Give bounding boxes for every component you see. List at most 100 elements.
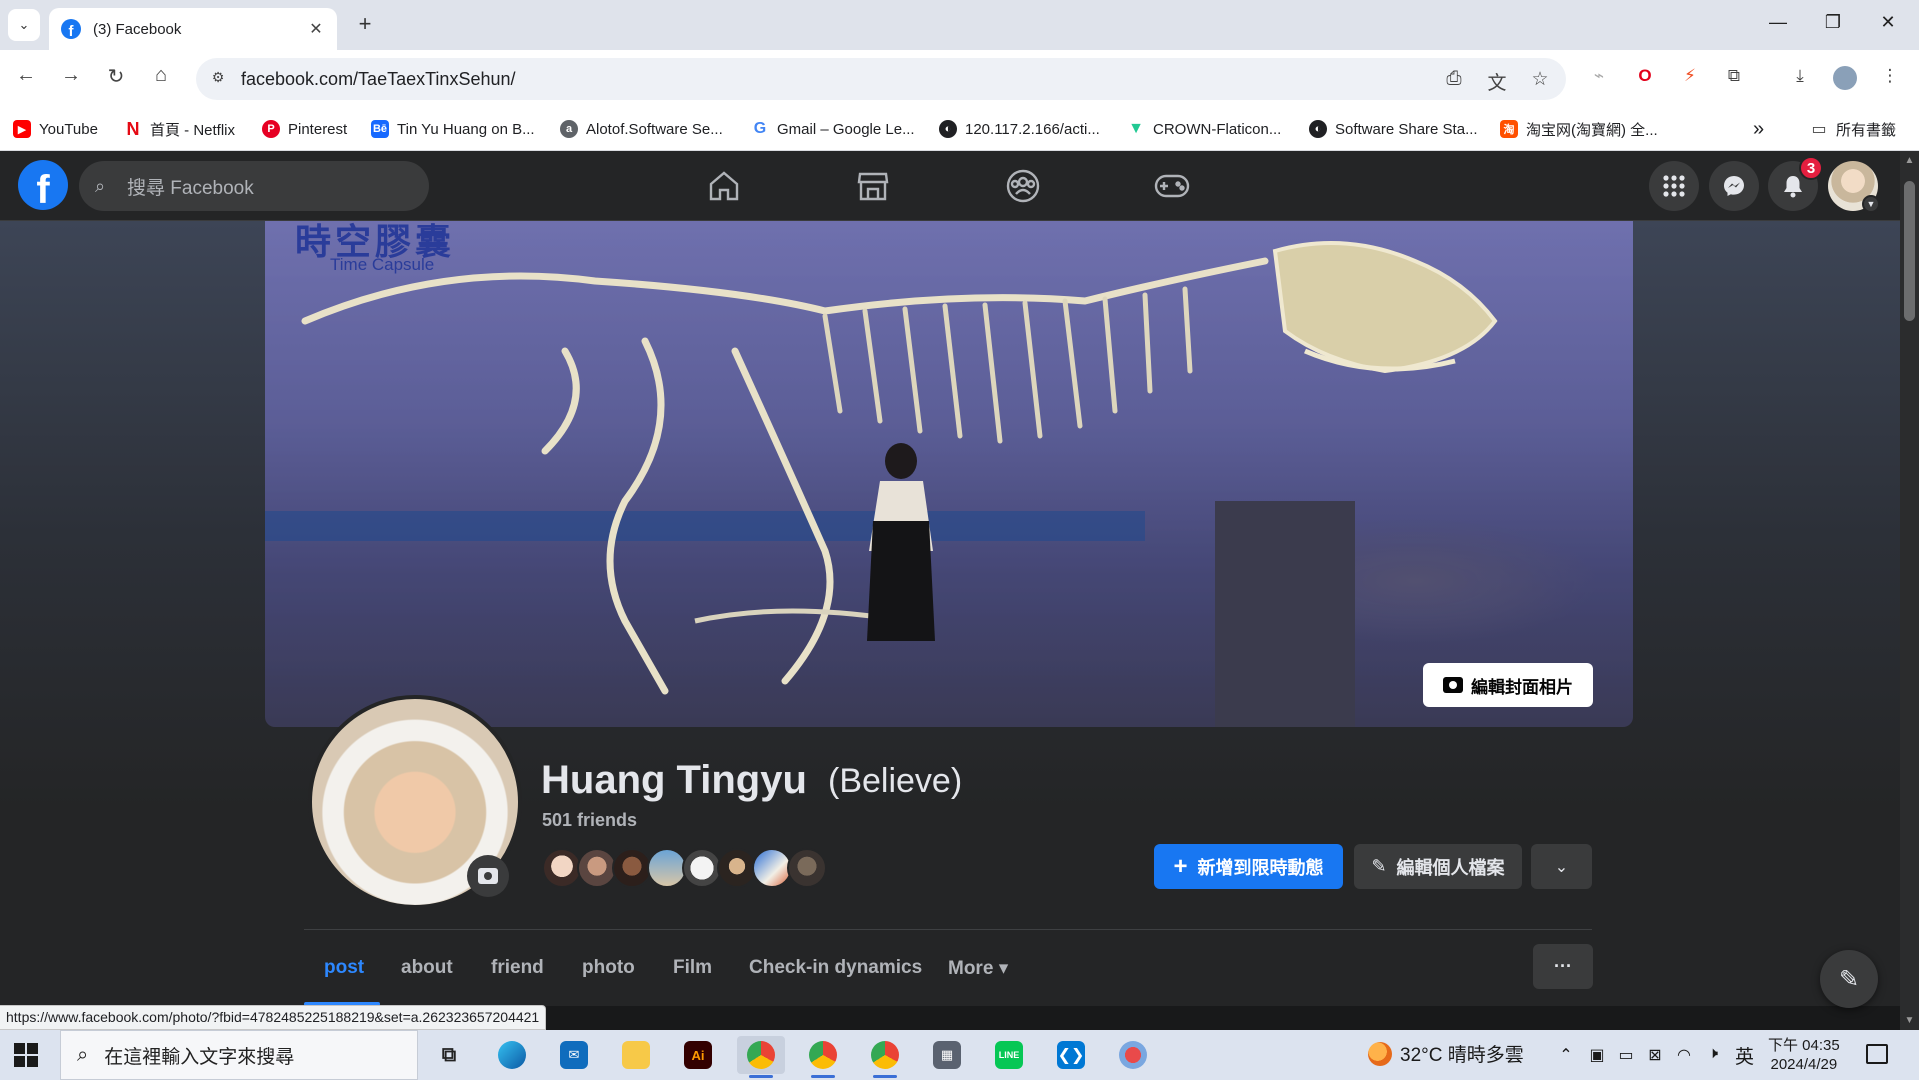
scroll-down-arrow-icon[interactable]: ▼	[1900, 1015, 1919, 1026]
home-nav-icon[interactable]	[704, 168, 744, 204]
taskbar-mail[interactable]: ✉	[550, 1036, 598, 1074]
groups-nav-icon[interactable]	[1003, 168, 1043, 204]
profile-options-button[interactable]: ···	[1533, 944, 1593, 989]
meet-now-icon[interactable]: ▣	[1586, 1045, 1608, 1065]
bookmark-behance[interactable]: Bē Tin Yu Huang on B...	[371, 117, 535, 141]
new-tab-button[interactable]: +	[352, 11, 378, 37]
adblock-icon[interactable]: ⚡	[1678, 66, 1702, 90]
chrome-menu-icon[interactable]: ⋮	[1878, 66, 1902, 90]
gaming-nav-icon[interactable]	[1152, 168, 1192, 204]
taskbar-file-explorer[interactable]	[612, 1036, 660, 1074]
extensions-puzzle-icon[interactable]: ⧉	[1722, 66, 1746, 90]
taskbar-line[interactable]: LINE	[985, 1036, 1033, 1074]
taskbar-chrome-active[interactable]	[737, 1036, 785, 1078]
battery-icon[interactable]: ▭	[1615, 1045, 1637, 1065]
globe-icon: ◐	[939, 120, 957, 138]
weather-widget[interactable]: 32°C 晴時多雲	[1368, 1040, 1524, 1067]
behance-icon: Bē	[371, 120, 389, 138]
facebook-search-input[interactable]: ⌕ 搜尋 Facebook	[79, 161, 429, 211]
address-bar[interactable]: ⚙ facebook.com/TaeTaexTinxSehun/ ⎙ 文 ☆	[196, 58, 1566, 100]
friend-avatar[interactable]	[647, 848, 687, 888]
tab-more[interactable]: More ▾	[948, 957, 1008, 980]
volume-muted-icon[interactable]: 🕨	[1702, 1045, 1724, 1063]
wifi-icon[interactable]: ◠	[1673, 1045, 1695, 1065]
friend-avatar[interactable]	[542, 848, 582, 888]
taskbar-vscode[interactable]: ❮❯	[1047, 1036, 1095, 1074]
security-icon[interactable]: ⊠	[1644, 1045, 1666, 1065]
translate-icon[interactable]: 文	[1484, 68, 1510, 95]
friend-avatar[interactable]	[752, 848, 792, 888]
friend-avatar[interactable]	[787, 848, 827, 888]
scrollbar-thumb[interactable]	[1904, 181, 1915, 321]
friend-avatar[interactable]	[682, 848, 722, 888]
scroll-up-arrow-icon[interactable]: ▲	[1900, 155, 1919, 166]
page-scrollbar[interactable]: ▲ ▼	[1900, 151, 1919, 1030]
url-text[interactable]: facebook.com/TaeTaexTinxSehun/	[241, 69, 516, 90]
bookmark-gmail[interactable]: G Gmail – Google Le...	[751, 117, 915, 141]
back-button[interactable]: ←	[12, 64, 40, 87]
close-tab-icon[interactable]: ✕	[307, 19, 325, 39]
windows-start-button[interactable]	[14, 1043, 38, 1067]
home-button[interactable]: ⌂	[147, 64, 175, 87]
update-profile-picture-button[interactable]	[467, 855, 509, 897]
facebook-logo-icon[interactable]: f	[18, 160, 68, 210]
bookmark-netflix[interactable]: N 首頁 - Netflix	[124, 117, 236, 141]
marketplace-nav-icon[interactable]	[853, 168, 893, 204]
restore-button[interactable]: ❐	[1821, 12, 1845, 33]
taskbar-chrome-2[interactable]	[799, 1036, 847, 1078]
tab-about[interactable]: about	[401, 957, 453, 979]
bookmark-pinterest[interactable]: P Pinterest	[262, 117, 347, 141]
all-bookmarks-button[interactable]: ▭ 所有書籤	[1810, 117, 1896, 141]
bookmark-youtube[interactable]: ▶ YouTube	[13, 117, 98, 141]
bookmark-flaticon[interactable]: ▼ CROWN-Flaticon...	[1127, 117, 1281, 141]
add-to-story-button[interactable]: + 新增到限時動態	[1154, 844, 1343, 889]
minimize-button[interactable]: —	[1766, 12, 1790, 33]
taskbar-edge[interactable]	[488, 1036, 536, 1074]
input-method-indicator[interactable]: 英	[1735, 1042, 1754, 1069]
chevron-down-icon[interactable]: ▼	[1862, 195, 1880, 213]
site-info-icon[interactable]: ⚙	[208, 69, 228, 89]
taskbar-calculator[interactable]: ▦	[923, 1036, 971, 1074]
friend-avatar[interactable]	[612, 848, 652, 888]
profile-more-button[interactable]: ⌄	[1531, 844, 1592, 889]
close-window-button[interactable]: ✕	[1876, 12, 1900, 33]
taskbar-illustrator[interactable]: Ai	[674, 1036, 722, 1074]
messenger-icon[interactable]	[1709, 161, 1759, 211]
bookmark-taobao[interactable]: 淘 淘宝网(淘寶網) 全...	[1500, 117, 1658, 141]
more-bookmarks-button[interactable]: »	[1753, 117, 1764, 141]
tab-photo[interactable]: photo	[582, 957, 635, 979]
edit-cover-photo-button[interactable]: 編輯封面相片	[1423, 663, 1593, 707]
show-hidden-icons-chevron-icon[interactable]: ⌃	[1555, 1045, 1577, 1065]
system-clock[interactable]: 下午 04:35 2024/4/29	[1768, 1036, 1840, 1074]
bookmark-software-share[interactable]: ◐ Software Share Sta...	[1309, 117, 1478, 141]
extension-disabled-icon[interactable]: ⌁	[1587, 66, 1611, 90]
taskbar-snipping-tool[interactable]	[1109, 1036, 1157, 1074]
tab-check-in-dynamics[interactable]: Check-in dynamics	[749, 957, 922, 979]
friends-count-link[interactable]: 501 friends	[542, 810, 637, 831]
reload-button[interactable]: ↻	[102, 64, 130, 89]
edit-profile-button[interactable]: ✎ 編輯個人檔案	[1354, 844, 1522, 889]
action-center-icon[interactable]	[1866, 1044, 1888, 1064]
task-view-button[interactable]: ⧉	[425, 1036, 473, 1074]
taskbar-chrome-3[interactable]	[861, 1036, 909, 1078]
browser-tab[interactable]: f (3) Facebook ✕	[49, 8, 337, 50]
tab-film[interactable]: Film	[673, 957, 712, 979]
profile-avatar-icon[interactable]	[1833, 66, 1857, 90]
forward-button[interactable]: →	[57, 64, 85, 87]
bookmark-star-icon[interactable]: ☆	[1527, 68, 1553, 91]
tab-post[interactable]: post	[324, 957, 364, 979]
download-icon[interactable]: ⤓	[1788, 66, 1812, 90]
bookmark-ip[interactable]: ◐ 120.117.2.166/acti...	[939, 117, 1100, 141]
menu-grid-icon[interactable]	[1649, 161, 1699, 211]
opera-icon[interactable]: O	[1633, 66, 1657, 90]
tab-title: (3) Facebook	[93, 20, 182, 38]
cover-photo[interactable]: 時空膠囊 Time Capsule	[265, 221, 1633, 727]
friend-avatar[interactable]	[577, 848, 617, 888]
tab-search-button[interactable]: ⌄	[8, 9, 40, 41]
install-app-icon[interactable]: ⎙	[1441, 68, 1467, 90]
taskbar-search-input[interactable]: ⌕ 在這裡輸入文字來搜尋	[60, 1030, 418, 1080]
friend-avatar[interactable]	[717, 848, 757, 888]
bookmark-alotof[interactable]: a Alotof.Software Se...	[560, 117, 723, 141]
new-message-button[interactable]: ✎	[1820, 950, 1878, 1008]
tab-friend[interactable]: friend	[491, 957, 544, 979]
